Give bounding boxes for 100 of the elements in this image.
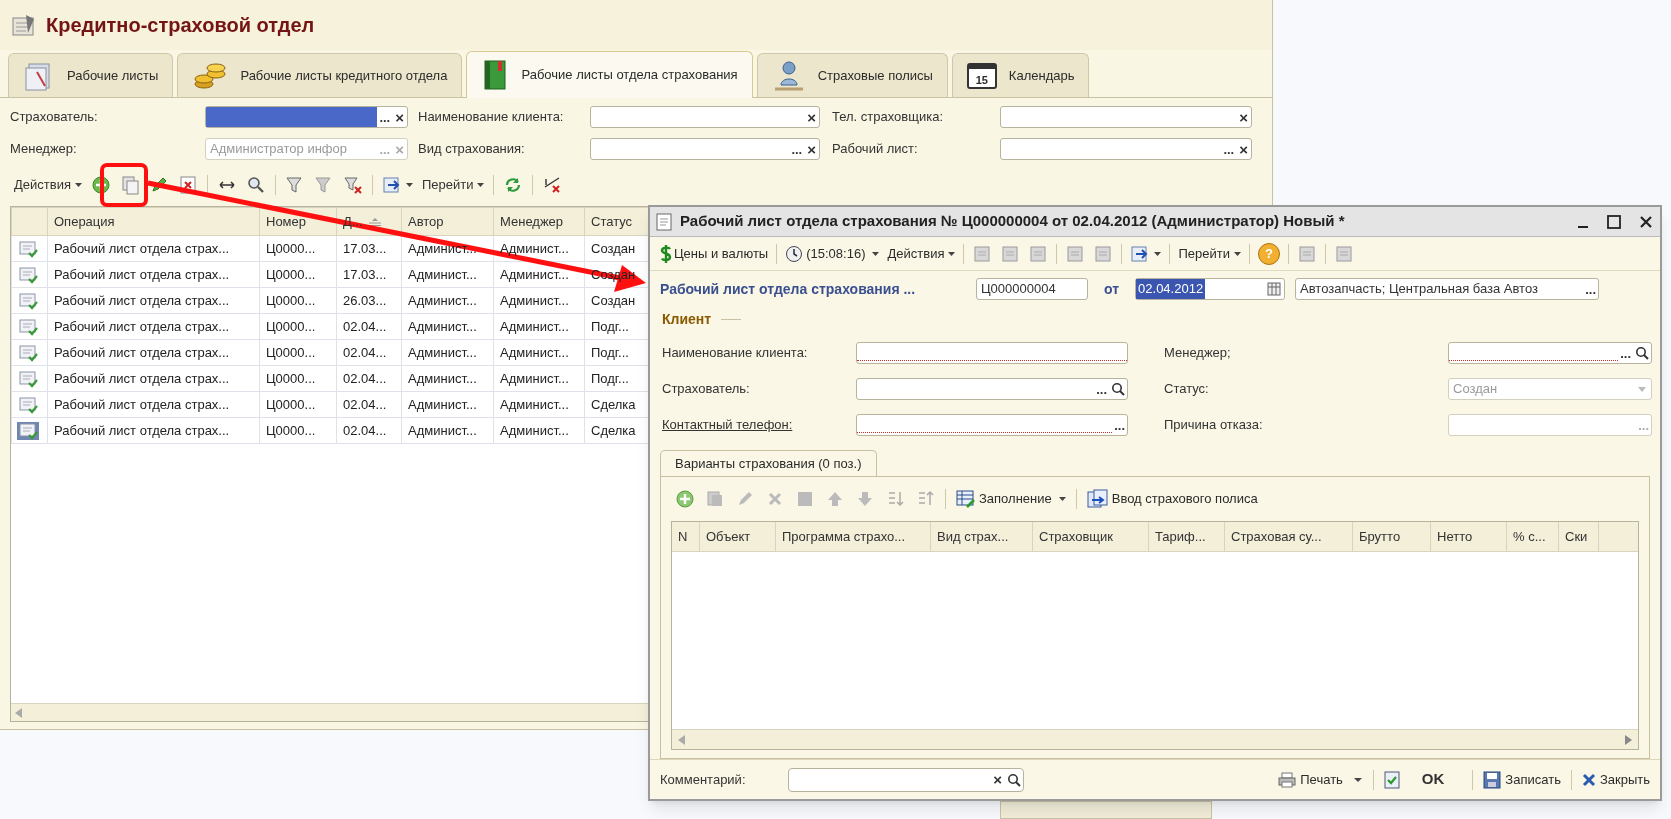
input-field[interactable]: × [590,106,820,128]
column-header[interactable]: Операция [47,207,260,236]
caret-icon [74,183,82,187]
field-label: Менеджер: [9,140,78,159]
go-to-icon-button[interactable] [1130,243,1162,264]
save-icon [1483,770,1502,789]
clear-button[interactable]: × [804,109,819,125]
clear-button[interactable]: × [990,772,1005,787]
go-to-menu-button[interactable]: Перейти [1178,243,1241,264]
input-field[interactable]: ... × [590,138,820,160]
column-header[interactable]: Объект [700,522,776,551]
save-button[interactable]: Записать [1483,769,1561,790]
go-to-icon-button[interactable] [381,175,413,195]
right-arrow-icon [1624,734,1632,745]
tab[interactable]: Рабочие листы отдела страхования [466,51,753,98]
maximize-icon[interactable] [1606,213,1622,230]
filter-icon[interactable] [313,175,334,195]
column-header[interactable]: Вид страх... [931,522,1033,551]
prices-button[interactable]: Цены и валюты [658,243,769,264]
table-cell: Рабочий лист отдела страх... [47,391,260,418]
save-icon[interactable] [795,489,815,509]
column-header[interactable]: Программа страхо... [776,522,931,551]
column-header[interactable]: Менеджер [493,207,585,236]
field-label: Причина отказа: [1163,416,1264,435]
column-header[interactable]: Страховая су... [1225,522,1353,551]
caret-icon [477,183,485,187]
tab[interactable]: 15 Календарь [951,53,1090,97]
column-header[interactable]: Тариф... [1149,522,1225,551]
caret-icon [1058,497,1066,501]
select-button[interactable]: ... [1112,418,1127,432]
tab[interactable]: Варианты страхования (0 поз.) [660,450,877,476]
left-arrow-icon [15,707,23,718]
input-field[interactable]: × [788,767,1024,792]
close-button[interactable]: Закрыть [1581,769,1650,790]
column-header[interactable]: Брутто [1353,522,1431,551]
table-cell: Админист... [401,339,494,366]
clear-button[interactable]: × [1236,141,1251,157]
input-field[interactable]: ... [856,378,1128,400]
add-icon[interactable] [90,175,111,195]
go-to-menu-button[interactable]: Перейти [421,175,485,195]
select-button[interactable]: ... [1094,382,1109,396]
close-icon[interactable] [1638,213,1654,230]
column-header[interactable]: % с... [1507,522,1559,551]
column-header[interactable]: N [672,522,700,551]
table-cell: Ц0000... [259,235,337,262]
search-icon[interactable] [1111,382,1125,396]
printer-icon [1278,771,1297,788]
column-header[interactable]: Автор [401,207,494,236]
horizontal-scrollbar[interactable] [672,729,1638,749]
select-button[interactable]: ... [1583,282,1599,296]
input-field[interactable] [856,342,1128,364]
filter-icon[interactable] [284,175,305,195]
ok-button[interactable]: OK [1383,768,1463,791]
table-cell: Ц0000... [259,417,337,444]
tab[interactable]: Рабочие листы [8,53,174,97]
select-button[interactable]: ... [789,142,805,156]
tab[interactable]: Страховые полисы [756,53,948,97]
print-button[interactable]: Печать [1278,769,1343,790]
input-field[interactable]: × [1000,106,1252,128]
actions-menu-button[interactable]: Действия [887,243,956,264]
input-field[interactable]: ... × [1000,138,1252,160]
search-icon[interactable] [1007,772,1021,787]
caret-icon [1233,251,1241,256]
caret-icon [405,183,413,187]
add-icon[interactable] [675,489,695,509]
time-menu-button[interactable]: (15:08:16) [785,243,880,264]
fill-menu-button[interactable]: Заполнение [956,489,1066,509]
select-button[interactable]: ... [377,110,393,124]
select-button[interactable]: ... [1221,142,1237,156]
dollar-icon [660,243,672,264]
filter-clear-icon[interactable] [342,175,363,195]
input-field[interactable]: ... × [205,106,408,128]
table-cell: Админист... [493,313,585,340]
search-icon[interactable] [1635,346,1649,360]
column-header[interactable]: Номер [259,207,337,236]
actions-menu-button[interactable]: Действия [14,175,82,195]
table-cell: Ц0000... [259,365,337,392]
number-field[interactable]: Ц000000004 [976,278,1088,300]
document-type-label: Рабочий лист отдела страхования ... [660,279,917,299]
select-button[interactable]: ... [1618,346,1633,360]
field-link[interactable]: Контактный телефон: [662,415,850,435]
date-field[interactable]: 02.04.2012 [1135,278,1286,300]
clear-button[interactable]: × [392,109,407,125]
column-header[interactable]: Страховщик [1033,522,1149,551]
info-clear-icon[interactable] [542,175,563,195]
caret-icon[interactable] [1352,776,1363,783]
input-field[interactable]: ... [1448,342,1652,364]
organization-field[interactable]: Автозапчасть; Центральная база Автоз ... [1295,278,1600,300]
tab[interactable]: Рабочие листы кредитного отдела [177,53,463,97]
clear-button[interactable]: × [1236,109,1251,125]
find-icon[interactable] [245,175,266,195]
column-header[interactable]: Ски [1559,522,1599,551]
policy-entry-button[interactable]: Ввод страхового полиса [1086,489,1258,509]
field-label: Наименование клиента: [662,344,809,363]
input-field[interactable]: ... [856,414,1128,436]
table-cell: Рабочий лист отдела страх... [47,235,260,262]
clear-button[interactable]: × [804,141,819,157]
calendar-icon[interactable] [1267,282,1282,296]
column-header[interactable]: Нетто [1431,522,1507,551]
field-label: Статус: [1163,380,1210,399]
